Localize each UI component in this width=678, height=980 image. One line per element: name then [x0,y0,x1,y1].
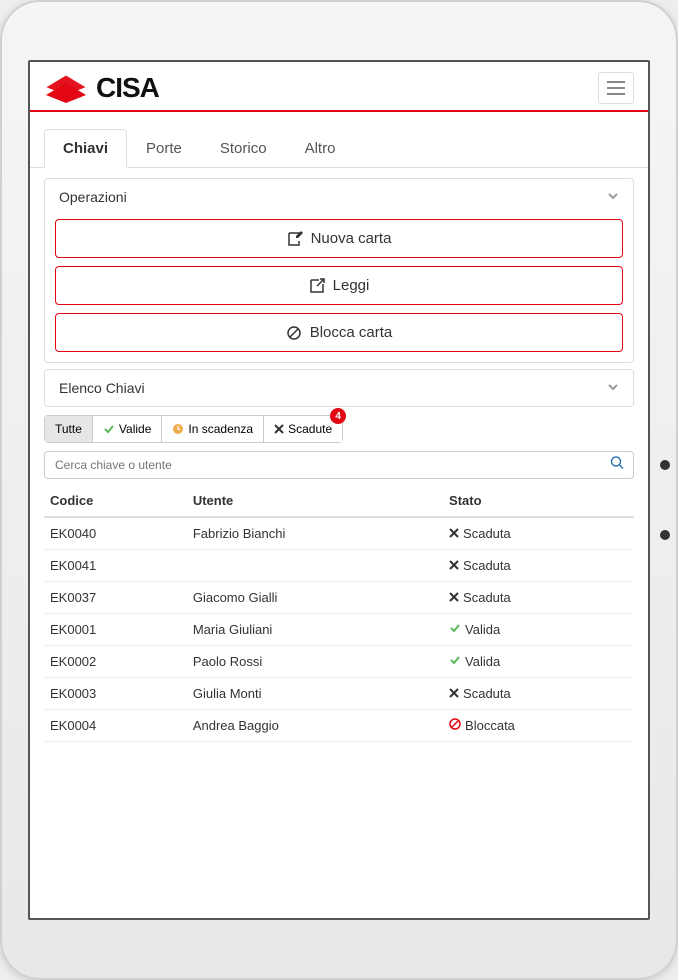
check-icon [449,654,461,669]
cell-status: Valida [443,646,634,678]
search-input[interactable] [44,451,634,479]
x-icon [449,590,459,605]
table-row[interactable]: EK0003Giulia MontiScaduta [44,678,634,710]
chevron-down-icon [607,190,619,205]
col-utente: Utente [187,485,443,517]
leggi-button[interactable]: Leggi [55,266,623,305]
check-icon [449,622,461,637]
tab-chiavi[interactable]: Chiavi [44,129,127,168]
cell-status: Valida [443,614,634,646]
cell-code: EK0003 [44,678,187,710]
filter-in-scadenza[interactable]: In scadenza [162,416,264,442]
block-icon [286,325,302,341]
cell-code: EK0004 [44,710,187,742]
cell-user: Paolo Rossi [187,646,443,678]
check-green-icon [103,423,115,435]
col-stato: Stato [443,485,634,517]
table-row[interactable]: EK0001Maria GiulianiValida [44,614,634,646]
filter-scadute[interactable]: Scadute4 [264,416,342,442]
keys-list-panel: Elenco Chiavi TutteValideIn scadenzaScad… [44,369,634,742]
cell-user: Andrea Baggio [187,710,443,742]
keys-list-title: Elenco Chiavi [59,380,145,396]
keys-table: CodiceUtenteStato EK0040Fabrizio Bianchi… [44,485,634,742]
cell-user: Maria Giuliani [187,614,443,646]
tab-altro[interactable]: Altro [286,129,355,168]
cell-status: Scaduta [443,550,634,582]
cell-user: Fabrizio Bianchi [187,517,443,550]
clock-amber-icon [172,423,184,435]
filter-group: TutteValideIn scadenzaScadute4 [44,415,343,443]
table-row[interactable]: EK0041 Scaduta [44,550,634,582]
tab-porte[interactable]: Porte [127,129,201,168]
keys-list-header[interactable]: Elenco Chiavi [44,369,634,407]
brand-name: CISA [96,72,159,104]
chevron-down-icon [607,381,619,396]
tab-storico[interactable]: Storico [201,129,286,168]
x-icon [449,686,459,701]
main-tabs: ChiaviPorteStoricoAltro [30,112,648,168]
col-codice: Codice [44,485,187,517]
x-dark-icon [274,424,284,434]
table-row[interactable]: EK0004Andrea BaggioBloccata [44,710,634,742]
logo-icon [44,73,88,103]
table-row[interactable]: EK0037Giacomo GialliScaduta [44,582,634,614]
block-icon [449,718,461,733]
cell-code: EK0041 [44,550,187,582]
blocca-carta-button[interactable]: Blocca carta [55,313,623,352]
edit-icon [287,231,303,247]
filter-valide[interactable]: Valide [93,416,162,442]
cell-code: EK0001 [44,614,187,646]
x-icon [449,558,459,573]
filter-badge: 4 [330,408,346,424]
operations-panel: Operazioni Nuova carta Leggi Blocca carta [44,178,634,363]
x-icon [449,526,459,541]
filter-tutte[interactable]: Tutte [45,416,93,442]
operations-title: Operazioni [59,189,127,205]
cell-status: Scaduta [443,582,634,614]
nuova-carta-button[interactable]: Nuova carta [55,219,623,258]
cell-user: Giulia Monti [187,678,443,710]
cell-status: Scaduta [443,517,634,550]
app-header: CISA [30,62,648,112]
open-icon [309,278,325,294]
cell-user: Giacomo Gialli [187,582,443,614]
table-row[interactable]: EK0002Paolo RossiValida [44,646,634,678]
table-row[interactable]: EK0040Fabrizio BianchiScaduta [44,517,634,550]
cell-code: EK0002 [44,646,187,678]
cell-status: Bloccata [443,710,634,742]
operations-header[interactable]: Operazioni [45,179,633,215]
cell-code: EK0040 [44,517,187,550]
cell-user [187,550,443,582]
cell-code: EK0037 [44,582,187,614]
cell-status: Scaduta [443,678,634,710]
brand-logo: CISA [44,72,159,104]
search-icon[interactable] [610,456,624,475]
menu-button[interactable] [598,72,634,104]
